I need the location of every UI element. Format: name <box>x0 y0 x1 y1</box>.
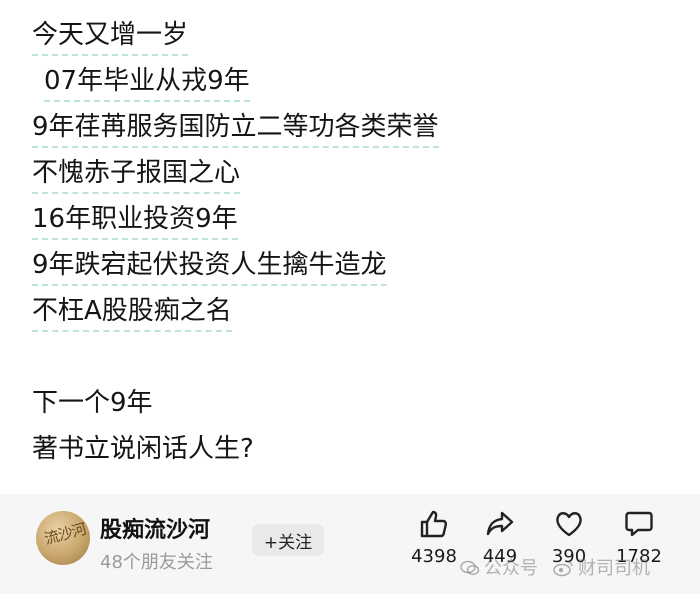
heart-icon <box>556 512 582 537</box>
post-line: 不枉A股股痴之名 <box>32 294 232 332</box>
post-line: 07年毕业从戎9年 <box>44 64 250 102</box>
post-content: 今天又增一岁 07年毕业从戎9年 9年荏苒服务国防立二等功各类荣誉 不愧赤子报国… <box>0 0 700 494</box>
avatar-text: 流沙河 <box>42 519 88 549</box>
friend-count: 48个朋友关注 <box>100 552 213 573</box>
wechat-icon <box>460 560 480 576</box>
post-line: 9年跌宕起伏投资人生擒牛造龙 <box>32 248 387 286</box>
post-line: 16年职业投资9年 <box>32 202 238 240</box>
share-icon <box>486 511 514 536</box>
post-line: 著书立说闲话人生? <box>32 434 254 464</box>
thumbs-up-icon <box>420 510 448 538</box>
comment-icon <box>625 511 653 537</box>
author-name[interactable]: 股痴流沙河 <box>100 512 210 544</box>
avatar[interactable]: 流沙河 <box>36 511 90 565</box>
weibo-icon <box>553 561 573 577</box>
watermark-left: 公众号 <box>484 558 538 579</box>
post-line: 不愧赤子报国之心 <box>32 156 241 194</box>
like-count: 4398 <box>411 546 457 567</box>
post-line: 下一个9年 <box>32 388 153 418</box>
watermark: 公众号 财司司机 <box>460 554 650 580</box>
post-line: 今天又增一岁 <box>32 18 189 56</box>
post-footer: 流沙河 股痴流沙河 48个朋友关注 +关注 4398 449 390 1782 … <box>0 494 700 594</box>
like-stat[interactable]: 4398 <box>404 508 464 567</box>
watermark-right: 财司司机 <box>578 558 650 579</box>
follow-button[interactable]: +关注 <box>252 524 324 556</box>
post-line: 9年荏苒服务国防立二等功各类荣誉 <box>32 110 439 148</box>
